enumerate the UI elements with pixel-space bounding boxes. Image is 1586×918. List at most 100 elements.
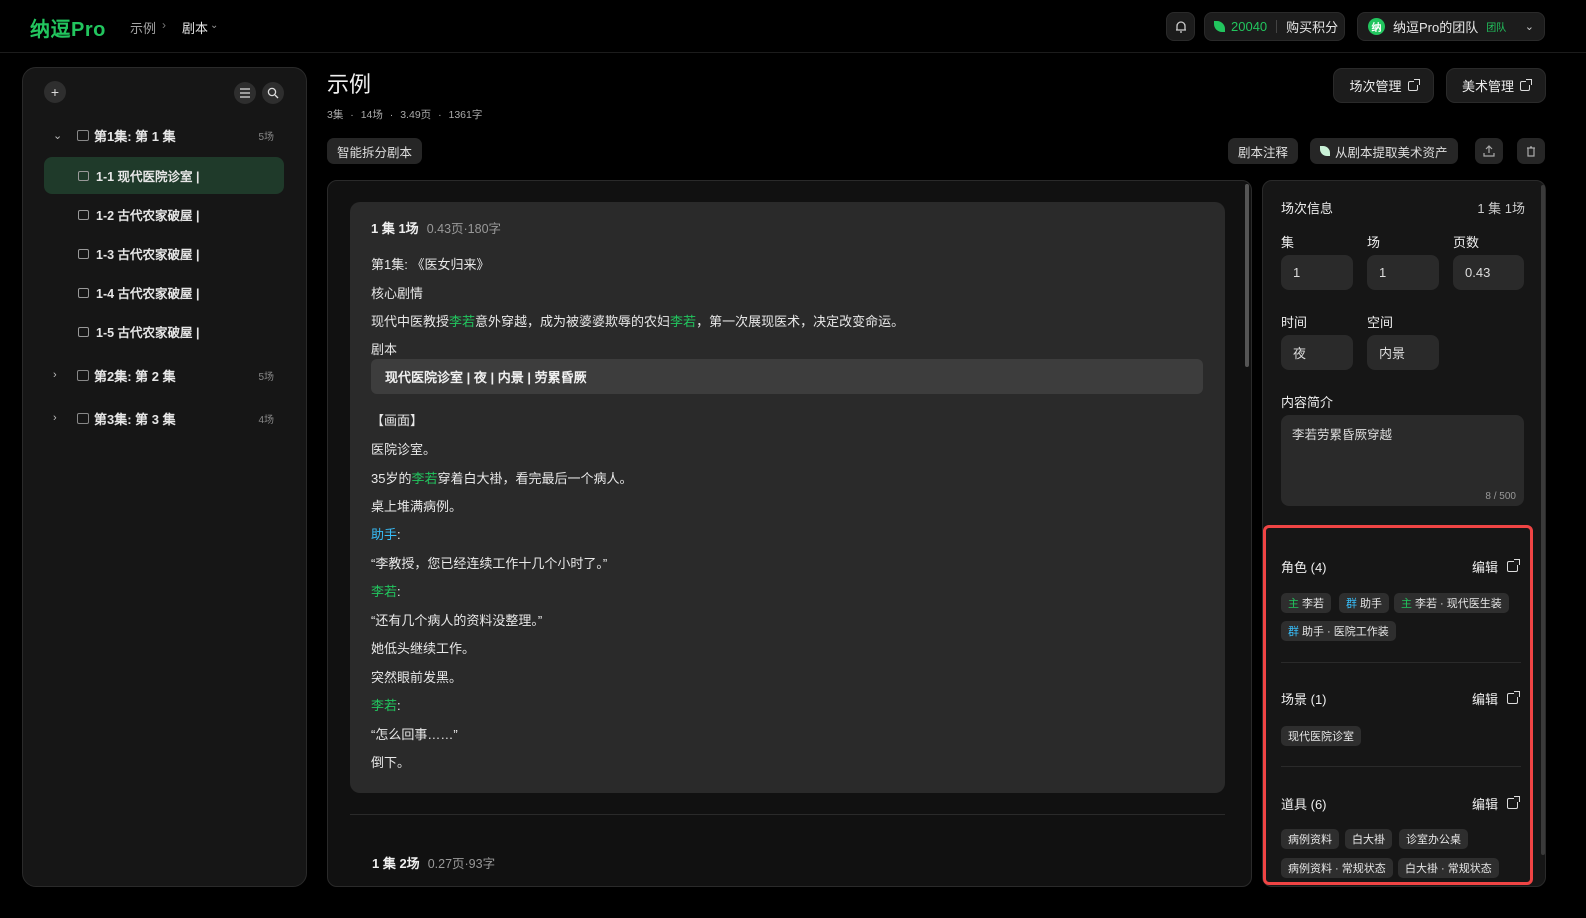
team-switcher[interactable]: 纳 纳逗Pro的团队 团队 ⌄ <box>1357 12 1545 41</box>
smart-split-button[interactable]: 智能拆分剧本 <box>327 138 423 164</box>
edit-scenes-button[interactable]: 编辑 <box>1472 689 1520 708</box>
episode-row[interactable]: ⌄ 第1集: 第 1 集 5场 <box>53 124 283 146</box>
panel-summary: 1 集 1场 <box>1477 201 1525 216</box>
text-span: 现代中医教授 <box>371 314 450 329</box>
prop-tag[interactable]: 白大褂 <box>1345 829 1392 849</box>
plus-icon: + <box>50 84 60 100</box>
list-view-button[interactable] <box>234 82 256 104</box>
extract-assets-button[interactable]: 从剧本提取美术资产 <box>1310 138 1458 164</box>
time-field[interactable]: 夜 <box>1281 335 1353 370</box>
text-span: 穿着白大褂，看完最后一个病人。 <box>437 471 633 486</box>
scene-label: 1-5 古代农家破屋 | <box>96 326 200 340</box>
character-name[interactable]: 李若 <box>411 471 437 486</box>
description-input[interactable]: 李若劳累昏厥穿越 8 / 500 <box>1281 415 1524 506</box>
breadcrumb-project[interactable]: 示例 <box>130 18 156 37</box>
scene-tag[interactable]: 现代医院诊室 <box>1281 726 1361 746</box>
role-name: 助手 <box>1360 598 1382 610</box>
character-name[interactable]: 助手 <box>371 527 397 542</box>
character-name[interactable]: 李若 <box>371 698 397 713</box>
scene-card: 1 集 1场 0.43页·180字 第1集: 《医女归来》 核心剧情 现代中医教授… <box>350 202 1225 793</box>
meta-dot: · <box>389 109 394 121</box>
script-editor[interactable]: 1 集 1场 0.43页·180字 第1集: 《医女归来》 核心剧情 现代中医教授… <box>327 180 1252 887</box>
edit-roles-button[interactable]: 编辑 <box>1471 557 1520 576</box>
episode-sidebar: + ⌄ 第1集: 第 1 集 5场 1-1 现代医院诊室 | 1-2 古代农家破… <box>22 67 307 887</box>
scene-item[interactable]: 1-4 古代农家破屋 | <box>44 274 284 311</box>
chevron-down-icon[interactable]: ⌄ <box>210 20 218 31</box>
prop-tag[interactable]: 病例资料 <box>1281 829 1339 849</box>
external-link-icon <box>1507 796 1520 809</box>
role-kind-badge: 群 <box>1346 598 1357 610</box>
episode-label: 第3集: 第 3 集 <box>94 411 176 427</box>
roles-title: 角色 (4) <box>1281 560 1327 575</box>
external-link-icon <box>1407 78 1420 91</box>
text-span: : <box>397 584 401 599</box>
text-span: ，第一次展现医术，决定改变命运。 <box>696 314 905 329</box>
art-management-button[interactable]: 美术管理 <box>1446 68 1546 103</box>
scene-item[interactable]: 1-3 古代农家破屋 | <box>44 235 284 272</box>
scene-item[interactable]: 1-1 现代医院诊室 | <box>44 157 284 194</box>
external-link-icon <box>1507 559 1520 572</box>
dialogue-line: “李教授，您已经连续工作十几个小时了。” <box>371 556 608 571</box>
character-name[interactable]: 李若 <box>371 584 397 599</box>
leaf-icon <box>1320 146 1330 156</box>
space-field[interactable]: 内景 <box>1367 335 1439 370</box>
divider <box>1276 20 1278 33</box>
chevron-down-icon: ⌄ <box>53 129 63 142</box>
scene-item[interactable]: 1-5 古代农家破屋 | <box>44 313 284 350</box>
scene-field[interactable]: 1 <box>1367 255 1439 290</box>
editor-scrollbar[interactable] <box>1245 184 1249 367</box>
breadcrumb-script[interactable]: 剧本 <box>182 18 208 37</box>
scene-management-label: 场次管理 <box>1349 79 1402 94</box>
edit-label: 编辑 <box>1471 560 1498 575</box>
episode-label: 集 <box>1281 235 1295 250</box>
credits-button[interactable]: 20040 购买积分 <box>1204 12 1345 41</box>
external-link-icon <box>1507 691 1520 704</box>
credits-balance: 20040 <box>1231 19 1268 34</box>
meta-dot: · <box>350 109 354 121</box>
pages-field[interactable]: 0.43 <box>1453 255 1524 290</box>
leaf-icon <box>1214 21 1225 32</box>
notification-button[interactable] <box>1166 12 1195 41</box>
prop-tag[interactable]: 白大褂 · 常规状态 <box>1398 858 1499 878</box>
prop-tag[interactable]: 病例资料 · 常规状态 <box>1281 858 1393 878</box>
action-line: 桌上堆满病例。 <box>371 499 463 514</box>
search-button[interactable] <box>262 82 284 104</box>
edit-props-button[interactable]: 编辑 <box>1472 794 1520 813</box>
prop-tag[interactable]: 诊室办公桌 <box>1399 829 1468 849</box>
role-tag[interactable]: 群助手 · 医院工作装 <box>1281 621 1396 641</box>
role-tag[interactable]: 主李若 <box>1281 593 1331 613</box>
episode-icon <box>77 369 89 381</box>
delete-button[interactable] <box>1517 138 1545 164</box>
action-line: 突然眼前发黑。 <box>371 670 463 685</box>
role-name: 助手 · 医院工作装 <box>1302 626 1389 638</box>
episode-row[interactable]: › 第3集: 第 3 集 4场 <box>53 407 283 429</box>
scene-item[interactable]: 1-2 古代农家破屋 | <box>44 196 284 233</box>
episode-row[interactable]: › 第2集: 第 2 集 5场 <box>53 364 283 386</box>
annotate-button[interactable]: 剧本注释 <box>1228 138 1299 164</box>
action-line: 35岁的李若穿着白大褂，看完最后一个病人。 <box>371 468 633 487</box>
action-line: 倒下。 <box>371 755 411 770</box>
episode-field[interactable]: 1 <box>1281 255 1353 290</box>
team-avatar: 纳 <box>1368 18 1385 35</box>
description-text: 李若劳累昏厥穿越 <box>1292 428 1393 442</box>
panel-scrollbar[interactable] <box>1541 185 1545 855</box>
scene-heading[interactable]: 现代医院诊室 | 夜 | 内景 | 劳累昏厥 <box>371 359 1203 394</box>
role-tag[interactable]: 群助手 <box>1339 593 1389 613</box>
character-name[interactable]: 李若 <box>449 314 475 329</box>
scene-management-button[interactable]: 场次管理 <box>1333 68 1434 103</box>
export-button[interactable] <box>1475 138 1503 164</box>
list-icon <box>240 88 250 98</box>
speaker-line: 助手: <box>371 524 401 543</box>
character-name[interactable]: 李若 <box>670 314 696 329</box>
add-button[interactable]: + <box>44 81 66 103</box>
external-link-icon <box>1520 78 1532 91</box>
speaker-line: 李若: <box>371 695 401 714</box>
role-tag[interactable]: 主李若 · 现代医生装 <box>1394 593 1509 613</box>
top-bar: 纳逗Pro 示例 › 剧本 ⌄ 20040 购买积分 纳 纳逗Pro的团队 团队… <box>0 0 1586 53</box>
app-logo[interactable]: 纳逗Pro <box>30 13 106 42</box>
core-plot-label: 核心剧情 <box>371 286 424 301</box>
divider <box>1281 662 1521 663</box>
search-icon <box>267 87 279 99</box>
scene-header: 1 集 2场 0.27页·93字 <box>372 853 495 872</box>
frame-label: 【画面】 <box>371 413 424 428</box>
